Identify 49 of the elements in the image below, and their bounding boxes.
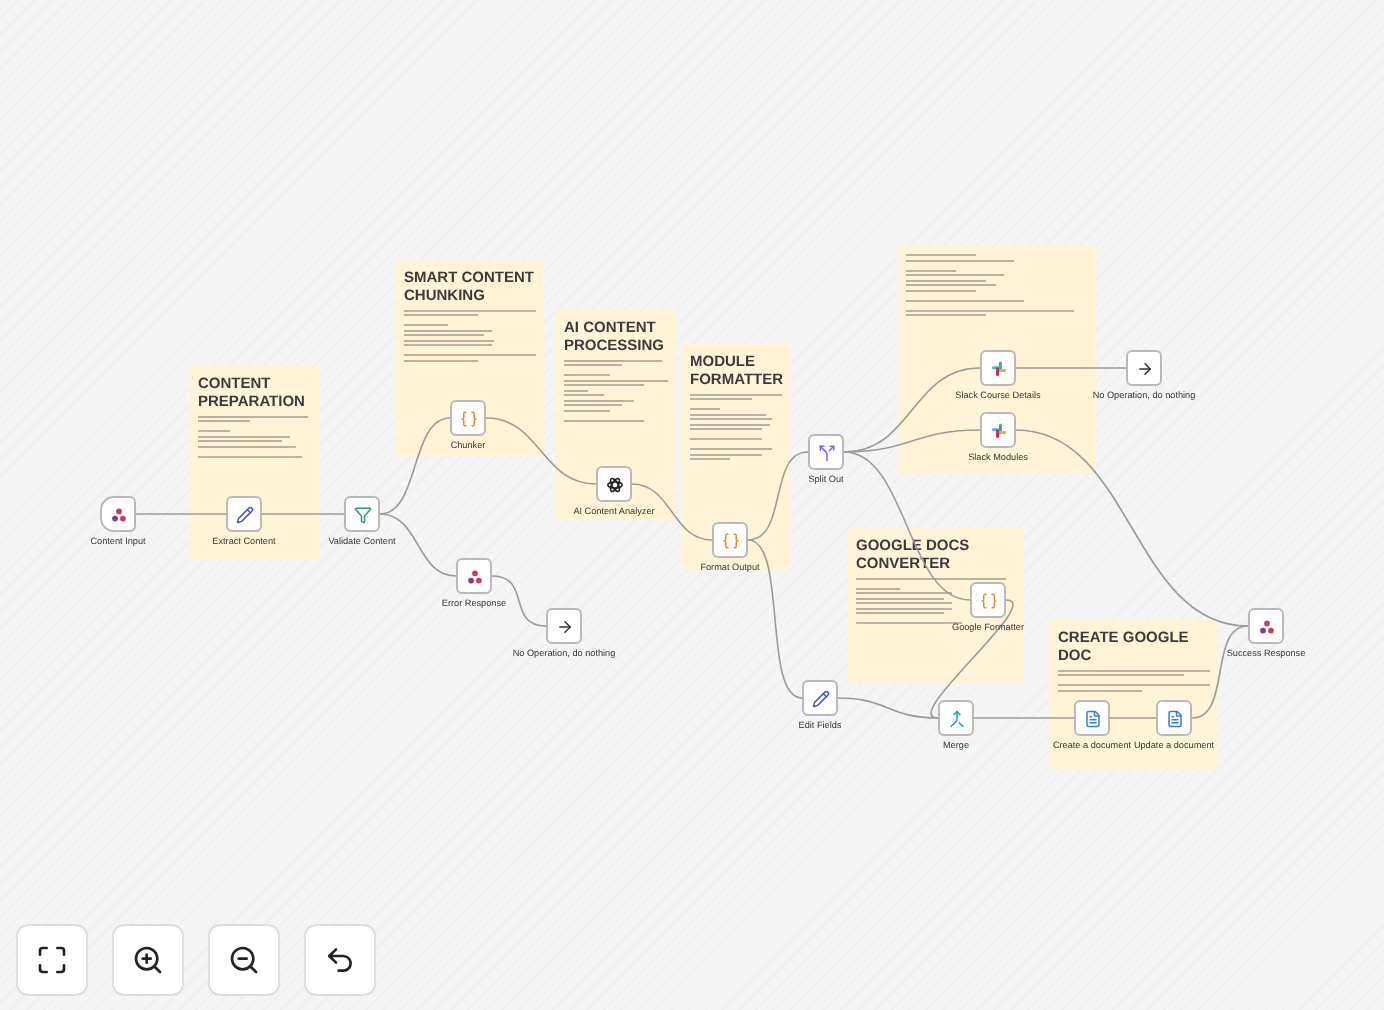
workflow-node[interactable] [802,680,838,716]
braces-icon [459,409,477,427]
document-icon [1165,709,1183,727]
text-lines-drawing [690,393,782,461]
zoom-in-button[interactable] [112,924,184,996]
fit-view-button[interactable] [16,924,88,996]
workflow-node[interactable] [1074,700,1110,736]
text-lines-drawing [198,415,309,458]
workflow-node[interactable] [808,434,844,470]
zoom-out-icon [228,944,260,976]
workflow-node[interactable] [1126,350,1162,386]
workflow-node[interactable] [1156,700,1192,736]
workflow-node[interactable] [712,522,748,558]
workflow-node[interactable] [100,496,136,532]
braces-icon [721,531,739,549]
hash-icon [989,359,1007,377]
workflow-node[interactable] [938,700,974,736]
undo-button[interactable] [304,924,376,996]
undo-icon [324,944,356,976]
braces-icon [979,591,997,609]
workflow-node[interactable] [970,582,1006,618]
arrow-icon [555,617,573,635]
workflow-node[interactable] [546,608,582,644]
workflow-node[interactable] [450,400,486,436]
fit-view-icon [36,944,68,976]
text-lines-drawing [404,309,536,362]
filter-icon [353,505,371,523]
connector-line [135,513,227,515]
arrow-icon [1135,359,1153,377]
merge-icon [947,709,965,727]
pencil-icon [235,505,253,523]
workflow-node[interactable] [1248,608,1284,644]
workflow-node[interactable] [226,496,262,532]
connector-line [1015,367,1127,369]
connector-line [485,417,597,485]
workflow-node[interactable] [596,466,632,502]
connector-line [261,513,345,515]
zoom-in-icon [132,944,164,976]
workflow-node[interactable] [980,350,1016,386]
document-icon [1083,709,1101,727]
split-icon [817,443,835,461]
workflow-node[interactable] [344,496,380,532]
text-lines-drawing [564,359,668,422]
workflow-node[interactable] [456,558,492,594]
zoom-out-button[interactable] [208,924,280,996]
pencil-icon [811,689,829,707]
hash-icon [989,421,1007,439]
workflow-node[interactable] [980,412,1016,448]
connector-line [1109,717,1157,719]
